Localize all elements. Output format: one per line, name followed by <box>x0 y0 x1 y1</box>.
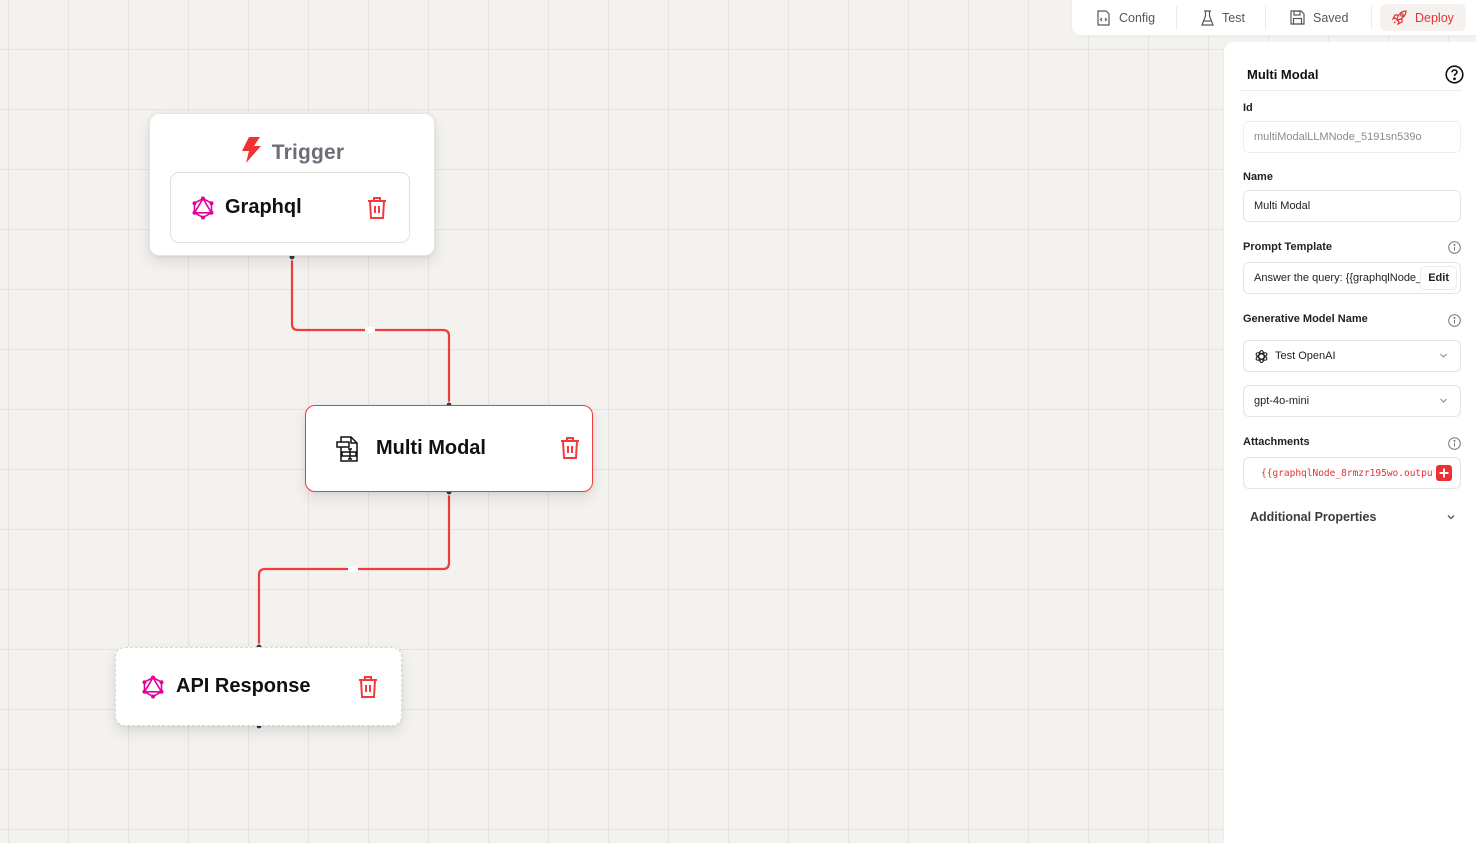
info-icon[interactable] <box>1448 241 1461 259</box>
id-field[interactable]: multiModalLLMNode_5191sn539o <box>1243 121 1461 153</box>
trash-icon[interactable] <box>357 675 379 704</box>
toolbar-divider <box>1371 5 1372 30</box>
trigger-node[interactable]: Trigger Graphql <box>149 113 435 256</box>
provider-select[interactable]: Test OpenAI <box>1243 340 1461 372</box>
save-icon <box>1290 10 1305 25</box>
test-button[interactable]: Test <box>1177 4 1265 31</box>
add-attachment-button[interactable] <box>1436 465 1452 481</box>
edit-prompt-button[interactable]: Edit <box>1420 266 1457 290</box>
graphql-icon <box>141 675 165 699</box>
document-icon <box>336 435 360 462</box>
prompt-template-value: Answer the query: {{graphqlNode_8rmzr195… <box>1254 272 1422 284</box>
info-icon[interactable] <box>1448 437 1461 455</box>
generative-model-label: Generative Model Name <box>1243 313 1368 325</box>
flask-icon <box>1201 9 1214 26</box>
model-select[interactable]: gpt-4o-mini <box>1243 385 1461 417</box>
name-value: Multi Modal <box>1254 200 1311 212</box>
id-label: Id <box>1243 102 1253 114</box>
attachments-field[interactable]: {{graphqlNode_8rmzr195wo.output}} <box>1243 457 1461 489</box>
openai-icon <box>1254 349 1269 364</box>
trigger-header: Trigger <box>150 136 434 169</box>
prompt-template-field[interactable]: Answer the query: {{graphqlNode_8rmzr195… <box>1243 262 1461 294</box>
edge-label-2 <box>348 566 358 572</box>
info-icon[interactable] <box>1448 314 1461 332</box>
panel-title: Multi Modal <box>1247 66 1319 82</box>
code-file-icon <box>1096 9 1111 26</box>
question-circle-icon[interactable] <box>1445 64 1464 84</box>
provider-value: Test OpenAI <box>1275 350 1336 362</box>
edge-label-1 <box>365 327 375 333</box>
trash-icon[interactable] <box>559 436 581 465</box>
panel-divider <box>1240 90 1462 91</box>
graphql-node[interactable]: Graphql <box>170 172 410 243</box>
trash-icon[interactable] <box>366 196 388 225</box>
chevron-down-icon <box>1439 351 1448 363</box>
attachments-label: Attachments <box>1243 436 1310 448</box>
graphql-node-title: Graphql <box>225 196 302 218</box>
edge-multimodal-to-apiresponse[interactable] <box>257 492 451 647</box>
rocket-icon <box>1392 10 1407 25</box>
additional-properties-toggle[interactable]: Additional Properties <box>1250 506 1456 528</box>
saved-button[interactable]: Saved <box>1266 4 1371 31</box>
attachments-value: {{graphqlNode_8rmzr195wo.output}} <box>1261 467 1434 479</box>
multimodal-node[interactable]: Multi Modal <box>305 405 593 492</box>
node-properties-panel: Multi Modal Id multiModalLLMNode_5191sn5… <box>1223 42 1476 843</box>
config-button[interactable]: Config <box>1082 4 1176 31</box>
name-input[interactable]: Multi Modal <box>1243 190 1461 222</box>
test-label: Test <box>1222 10 1245 25</box>
additional-properties-label: Additional Properties <box>1250 510 1377 524</box>
edge-graphql-to-multimodal[interactable] <box>290 257 451 405</box>
name-label: Name <box>1243 171 1273 183</box>
chevron-down-icon <box>1446 512 1456 522</box>
graphql-icon <box>191 196 215 220</box>
prompt-template-label: Prompt Template <box>1243 241 1333 253</box>
chevron-down-icon <box>1439 396 1448 408</box>
api-response-node-title: API Response <box>176 675 311 697</box>
id-value: multiModalLLMNode_5191sn539o <box>1254 131 1422 143</box>
saved-label: Saved <box>1313 10 1349 25</box>
lightning-icon <box>240 136 262 169</box>
api-response-node[interactable]: API Response <box>115 647 402 726</box>
multimodal-node-title: Multi Modal <box>376 437 486 459</box>
top-toolbar: Config Test Saved Deploy <box>1072 0 1476 35</box>
deploy-button[interactable]: Deploy <box>1380 4 1466 31</box>
config-label: Config <box>1119 10 1156 25</box>
deploy-label: Deploy <box>1415 10 1454 25</box>
trigger-label: Trigger <box>271 140 345 164</box>
model-value: gpt-4o-mini <box>1254 395 1310 407</box>
